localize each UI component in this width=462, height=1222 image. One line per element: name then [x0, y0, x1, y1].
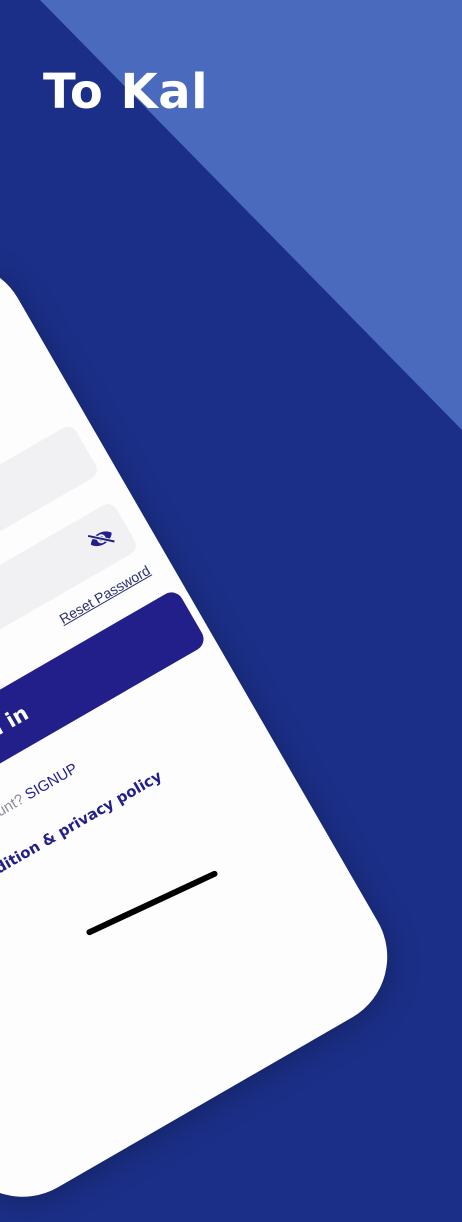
- login-screen: Reset Password sign in Don't have accoun…: [0, 238, 413, 1222]
- phone-mockup: Reset Password sign in Don't have accoun…: [0, 237, 413, 1222]
- eye-slash-icon[interactable]: [83, 521, 119, 556]
- headline: To Kal: [43, 64, 209, 120]
- sign-in-button[interactable]: sign in: [0, 588, 208, 860]
- signup-link[interactable]: SIGNUP: [22, 760, 80, 803]
